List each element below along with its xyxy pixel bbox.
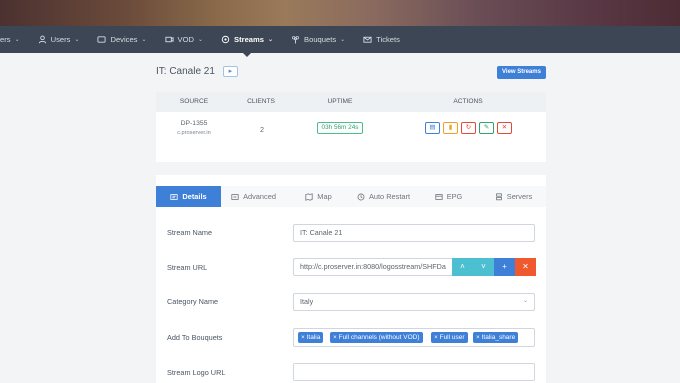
restart-action-button[interactable]: ↻ [461, 122, 476, 134]
bouquet-tag[interactable]: × Full user [431, 332, 468, 343]
chevron-down-icon: ⌄ [340, 37, 346, 43]
view-streams-button[interactable]: View Streams [497, 66, 546, 79]
tab-auto-restart[interactable]: Auto Restart [351, 186, 416, 207]
tab-servers[interactable]: Servers [481, 186, 546, 207]
logo-url-input[interactable] [293, 363, 535, 381]
uptime-badge: 03h 56m 24s [317, 122, 363, 134]
page-title-row: IT: Canale 21 ▸ [156, 66, 238, 77]
details-icon [170, 193, 178, 200]
clock-icon [357, 193, 365, 200]
nav-item-users[interactable]: Users ⌄ [29, 26, 89, 53]
nav-label: VOD [177, 35, 194, 44]
nav-item-bouquets[interactable]: Bouquets ⌄ [282, 26, 354, 53]
chevron-down-icon: ⌄ [268, 37, 274, 43]
advanced-icon [231, 193, 239, 200]
stream-url-input[interactable]: http://c.proserver.in:8080/logosstream/S… [293, 258, 453, 276]
tab-label: EPG [446, 192, 463, 201]
bouquet-tag[interactable]: × Full channels (without VOD) [330, 332, 423, 343]
column-header-uptime: UPTIME [327, 98, 353, 105]
epg-icon [435, 193, 443, 200]
flower-icon [291, 35, 300, 44]
header-banner [0, 0, 680, 26]
stream-name-input[interactable]: IT: Canale 21 [293, 224, 535, 242]
nav-item-devices[interactable]: Devices ⌄ [88, 26, 155, 53]
chevron-down-icon: ⌄ [14, 37, 20, 43]
tab-details[interactable]: Details [156, 186, 221, 207]
pause-action-button[interactable]: ▮ [443, 122, 458, 134]
info-action-button[interactable]: ▤ [425, 122, 440, 134]
edit-action-button[interactable]: ✎ [479, 122, 494, 134]
tab-label: Details [182, 192, 207, 201]
tab-epg[interactable]: EPG [416, 186, 481, 207]
user-icon [38, 35, 47, 44]
tab-map[interactable]: Map [286, 186, 351, 207]
servers-icon [495, 192, 502, 200]
clients-count: 2 [260, 125, 264, 134]
nav-label: Tickets [376, 35, 400, 44]
tab-label: Advanced [243, 192, 276, 201]
remove-url-button[interactable]: ✕ [515, 258, 536, 276]
nav-label: Devices [110, 35, 138, 44]
tab-label: Map [317, 192, 332, 201]
nav-item-vod[interactable]: VOD ⌄ [156, 26, 213, 53]
nav-item-streams[interactable]: Streams ⌄ [212, 26, 282, 57]
chevron-down-icon: ⌄ [197, 37, 204, 43]
add-url-button[interactable]: + [494, 258, 515, 276]
source-host: c.proserver.in [177, 130, 211, 136]
nav-label: Users [50, 35, 71, 44]
film-icon [164, 35, 174, 44]
bouquets-label: Add To Bouquets [167, 333, 223, 342]
chevron-down-icon: ⌄ [523, 298, 529, 304]
category-label: Category Name [167, 297, 219, 306]
column-header-clients: CLIENTS [247, 98, 275, 105]
top-navbar: ers ⌄ Users ⌄ Devices ⌄ VOD ⌄ Streams ⌄ … [0, 26, 680, 57]
category-select[interactable]: Italy [293, 293, 535, 311]
nav-label: ers [0, 35, 11, 44]
tab-label: Servers [506, 192, 533, 201]
column-header-source: SOURCE [179, 98, 209, 105]
chevron-down-icon: ⌄ [141, 37, 147, 43]
stream-url-label: Stream URL [167, 263, 208, 272]
stream-name-label: Stream Name [167, 228, 213, 237]
signal-icon [221, 35, 230, 44]
chevron-down-icon: ⌄ [74, 37, 80, 43]
logo-url-label: Stream Logo URL [167, 368, 226, 377]
nav-item-servers[interactable]: ers ⌄ [0, 26, 29, 53]
map-icon [305, 192, 313, 201]
play-icon[interactable]: ▸ [222, 66, 238, 77]
tab-label: Auto Restart [368, 192, 411, 201]
page-title: IT: Canale 21 [156, 66, 215, 77]
bouquet-tag[interactable]: × Italia_share [473, 332, 519, 343]
source-name: DP-1355 [180, 120, 208, 127]
delete-action-button[interactable]: ✕ [497, 122, 512, 134]
move-up-button[interactable]: ˄ [452, 258, 473, 276]
bouquet-tag[interactable]: × Italia [298, 332, 324, 343]
nav-item-tickets[interactable]: Tickets [354, 26, 409, 53]
tv-icon [97, 35, 107, 44]
tab-advanced[interactable]: Advanced [221, 186, 286, 207]
column-header-actions: ACTIONS [453, 98, 483, 105]
nav-label: Streams [234, 35, 264, 44]
envelope-icon [363, 35, 372, 44]
move-down-button[interactable]: ˅ [473, 258, 494, 276]
nav-label: Bouquets [304, 35, 337, 44]
